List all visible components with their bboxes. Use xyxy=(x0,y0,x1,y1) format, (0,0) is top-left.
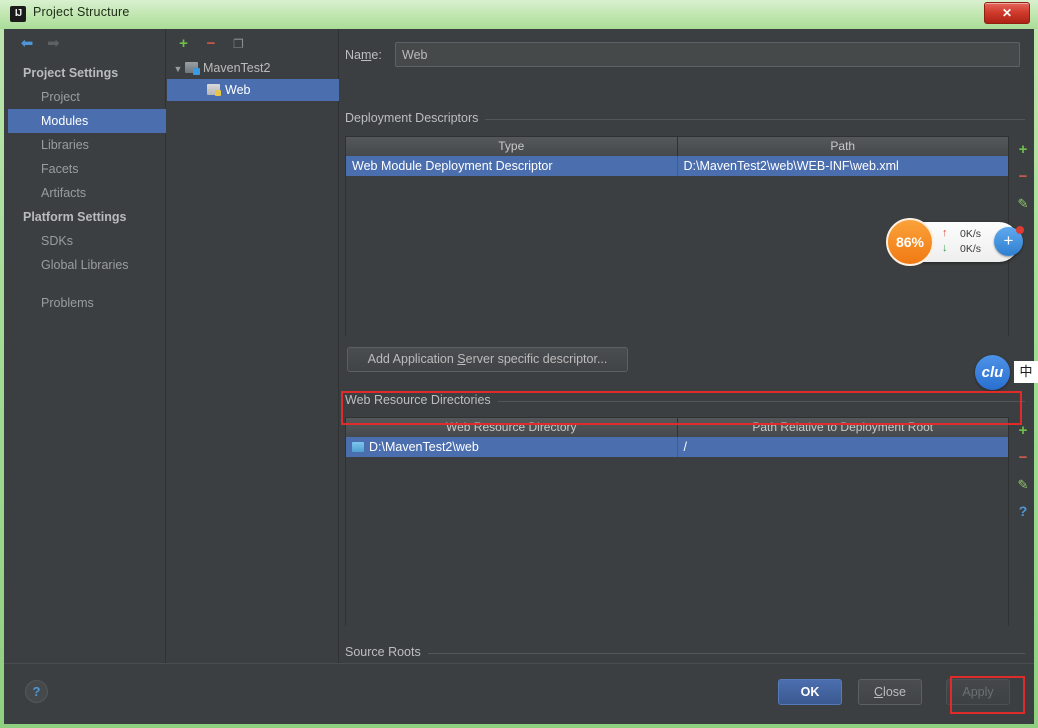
web-resource-help-icon[interactable]: ? xyxy=(1012,498,1034,525)
tree-node-label: MavenTest2 xyxy=(203,61,271,75)
tree-node-label: Web xyxy=(225,83,251,97)
title-bar: IJ Project Structure ✕ xyxy=(0,0,1038,29)
project-structure-dialog: ⬅ ➡ Project Settings Project Modules Librar… xyxy=(4,29,1034,724)
widget-add-icon[interactable]: + xyxy=(994,226,1024,256)
deployment-descriptors-toolbar: + − ✎ xyxy=(1012,136,1034,217)
web-resource-directories-table[interactable]: Web Resource Directory Path Relative to … xyxy=(345,417,1009,626)
cell-web-resource-directory: D:\MavenTest2\web xyxy=(346,437,678,457)
cell-web-resource-directory-text: D:\MavenTest2\web xyxy=(369,440,479,454)
dialog-button-bar: ? OK Close Apply xyxy=(4,663,1034,724)
table-header-row: Type Path xyxy=(346,137,1008,156)
apply-button: Apply xyxy=(946,679,1010,705)
sidebar-item-artifacts[interactable]: Artifacts xyxy=(8,181,166,205)
source-roots-section-header: Source Roots xyxy=(345,645,1025,659)
sidebar-item-list: Project Settings Project Modules Libraries F… xyxy=(8,61,166,315)
web-facet-icon xyxy=(207,84,221,96)
clu-logo-icon[interactable]: clu xyxy=(975,355,1010,390)
settings-sidebar: ⬅ ➡ Project Settings Project Modules Librar… xyxy=(8,29,166,663)
ime-language-indicator[interactable]: 中 xyxy=(1014,361,1038,383)
module-name-label: Name: xyxy=(345,47,382,62)
application-window: IJ Project Structure ✕ ⬅ ➡ Project Setti… xyxy=(0,0,1038,728)
sidebar-item-sdks[interactable]: SDKs xyxy=(8,229,166,253)
window-title: Project Structure xyxy=(33,5,130,19)
module-name-input[interactable] xyxy=(395,42,1020,67)
upload-speed-value: 0K/s xyxy=(960,228,982,240)
intellij-logo-icon: IJ xyxy=(10,6,26,22)
network-speed-widget[interactable]: 86% ↑ ↓ 0K/s 0K/s + xyxy=(886,218,1024,266)
copy-module-icon[interactable]: ❐ xyxy=(227,33,250,55)
web-resource-directories-toolbar: + − ✎ ? xyxy=(1012,417,1034,525)
sidebar-group-project-settings: Project Settings xyxy=(23,66,119,80)
forward-arrow-icon[interactable]: ➡ xyxy=(42,33,64,55)
close-icon[interactable]: ✕ xyxy=(984,2,1030,24)
edit-web-resource-icon[interactable]: ✎ xyxy=(1012,471,1034,498)
source-roots-title: Source Roots xyxy=(345,645,428,659)
table-row[interactable]: D:\MavenTest2\web / xyxy=(346,437,1008,457)
web-resource-directories-section-header: Web Resource Directories xyxy=(345,393,1025,407)
cpu-usage-gauge: 86% xyxy=(886,218,934,266)
remove-module-icon[interactable]: − xyxy=(199,33,222,55)
cell-path: D:\MavenTest2\web\WEB-INF\web.xml xyxy=(683,159,899,173)
sidebar-nav-arrows: ⬅ ➡ xyxy=(16,33,64,55)
sidebar-item-libraries[interactable]: Libraries xyxy=(8,133,166,157)
table-header-row: Web Resource Directory Path Relative to … xyxy=(346,418,1008,437)
column-header-web-resource-directory[interactable]: Web Resource Directory xyxy=(346,418,678,437)
sidebar-item-modules[interactable]: Modules xyxy=(8,109,166,133)
add-descriptor-icon[interactable]: + xyxy=(1012,136,1034,163)
module-tree-panel: + − ❐ ▼ MavenTest2 Web xyxy=(167,29,339,663)
tree-node-web[interactable]: Web xyxy=(167,79,339,101)
module-tree-toolbar: + − ❐ xyxy=(172,33,250,55)
module-icon xyxy=(185,62,200,75)
module-tree: ▼ MavenTest2 Web xyxy=(167,57,339,101)
download-speed-value: 0K/s xyxy=(960,243,982,255)
deployment-descriptors-title: Deployment Descriptors xyxy=(345,111,486,125)
section-divider xyxy=(345,653,1025,654)
upload-arrow-icon: ↑ xyxy=(942,227,948,239)
back-arrow-icon[interactable]: ⬅ xyxy=(16,33,38,55)
sidebar-separator xyxy=(8,277,166,291)
column-header-path-relative[interactable]: Path Relative to Deployment Root xyxy=(677,418,1008,437)
folder-icon xyxy=(352,442,364,452)
module-name-row: Name: xyxy=(345,42,1020,67)
ok-button[interactable]: OK xyxy=(778,679,842,705)
edit-descriptor-icon[interactable]: ✎ xyxy=(1012,190,1034,217)
cell-type: Web Module Deployment Descriptor xyxy=(346,156,678,176)
deployment-descriptors-section-header: Deployment Descriptors xyxy=(345,111,1025,125)
module-settings-panel: Name: Deployment Descriptors Type Path W… xyxy=(340,29,1034,680)
table-body: D:\MavenTest2\web / xyxy=(346,437,1008,626)
sidebar-group-platform-settings: Platform Settings xyxy=(23,210,127,224)
expand-twisty-icon[interactable]: ▼ xyxy=(171,58,185,80)
table-row[interactable]: Web Module Deployment Descriptor D:\Mave… xyxy=(346,156,1008,176)
column-header-path[interactable]: Path xyxy=(677,137,1008,156)
sidebar-item-facets[interactable]: Facets xyxy=(8,157,166,181)
close-button[interactable]: Close xyxy=(858,679,922,705)
download-arrow-icon: ↓ xyxy=(942,242,948,254)
cell-path-relative: / xyxy=(683,440,687,454)
sidebar-item-project[interactable]: Project xyxy=(8,85,166,109)
remove-web-resource-icon[interactable]: − xyxy=(1012,444,1034,471)
column-header-type[interactable]: Type xyxy=(346,137,678,156)
sidebar-item-global-libraries[interactable]: Global Libraries xyxy=(8,253,166,277)
help-icon[interactable]: ? xyxy=(25,680,48,703)
add-module-icon[interactable]: + xyxy=(172,33,195,55)
add-web-resource-icon[interactable]: + xyxy=(1012,417,1034,444)
remove-descriptor-icon[interactable]: − xyxy=(1012,163,1034,190)
add-app-server-descriptor-button[interactable]: Add Application Server specific descript… xyxy=(347,347,628,372)
web-resource-directories-title: Web Resource Directories xyxy=(345,393,498,407)
sidebar-item-problems[interactable]: Problems xyxy=(8,291,166,315)
tree-node-maventest2[interactable]: ▼ MavenTest2 xyxy=(167,57,339,79)
